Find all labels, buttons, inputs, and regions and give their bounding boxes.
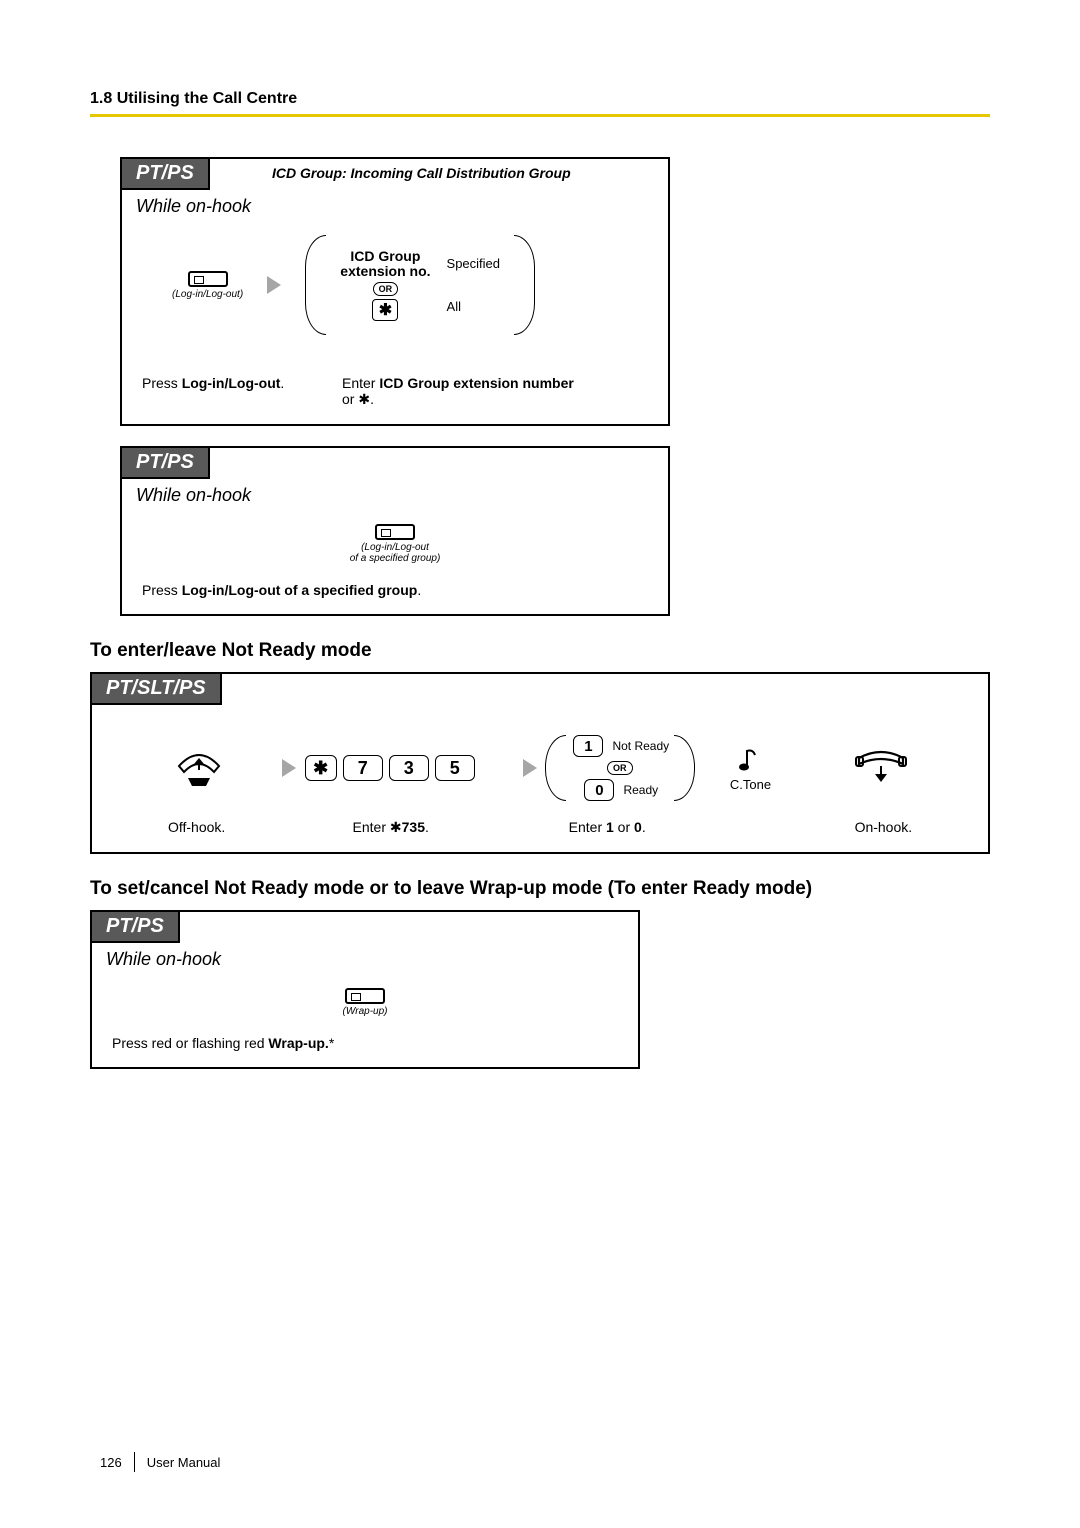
t: Enter <box>342 375 379 391</box>
header-rule <box>90 114 990 117</box>
cap-offhook: Off-hook. <box>122 819 271 836</box>
t: Enter <box>569 819 606 835</box>
login-logout-group-key: (Log-in/Log-out of a specified group) <box>350 524 441 564</box>
while-on-hook: While on-hook <box>122 190 668 225</box>
arrow-icon <box>282 759 296 777</box>
t: ICD Group extension number <box>379 375 573 391</box>
t: . <box>370 391 374 407</box>
diagram-box-4: PT/PS While on-hook (Wrap-up) Press red … <box>90 910 640 1069</box>
digit-5-key: 5 <box>435 755 475 781</box>
digit-3-key: 3 <box>389 755 429 781</box>
key-button-icon <box>375 524 415 540</box>
icd-note: ICD Group: Incoming Call Distribution Gr… <box>272 165 571 181</box>
star-glyph: ✱ <box>358 391 370 407</box>
subsection-title-1: To enter/leave Not Ready mode <box>90 640 990 662</box>
ctone-icon <box>737 745 763 775</box>
ready-label: Ready <box>623 783 658 797</box>
key-label: (Wrap-up) <box>342 1006 387 1017</box>
wrapup-key: (Wrap-up) <box>342 988 387 1017</box>
t: . <box>417 582 421 598</box>
offhook-icon <box>174 748 224 788</box>
cap-onhook: On-hook. <box>809 819 958 836</box>
onhook-step <box>804 748 958 788</box>
digit-7-key: 7 <box>343 755 383 781</box>
star-key-icon: ✱ <box>305 755 337 781</box>
key-button-icon <box>345 988 385 1004</box>
code-step: ✱ 7 3 5 <box>302 755 517 781</box>
option-step: 1 Not Ready OR 0 Ready <box>543 735 697 801</box>
t: Wrap-up. <box>268 1035 328 1051</box>
ctone-step: C.Tone <box>697 745 805 792</box>
ptps-tab: PT/PS <box>122 448 210 479</box>
icd-line1: ICD Group <box>350 248 420 264</box>
t: or <box>342 391 358 407</box>
key-label-l1: (Log-in/Log-out <box>361 542 429 553</box>
caption-right: Enter ICD Group extension number or ✱. <box>342 375 574 408</box>
not-ready-label: Not Ready <box>612 739 669 753</box>
t: 735 <box>402 819 425 835</box>
arrow-icon <box>267 276 281 294</box>
caption: Press red or flashing red Wrap-up.* <box>112 1035 618 1051</box>
digit-1-key: 1 <box>573 735 603 757</box>
t: Log-in/Log-out of a specified group <box>182 582 418 598</box>
star-glyph: ✱ <box>390 819 402 835</box>
caption: Press Log-in/Log-out of a specified grou… <box>142 582 648 598</box>
t: . <box>642 819 646 835</box>
specified-label: Specified <box>447 256 500 271</box>
t: 1 <box>606 819 614 835</box>
caption-row: Off-hook. Enter ✱735. Enter 1 or 0. On-h… <box>112 819 968 836</box>
diagram-box-3: PT/SLT/PS ✱ 7 3 5 <box>90 672 990 854</box>
offhook-step <box>122 748 276 788</box>
key-button-icon <box>188 271 228 287</box>
t: . <box>280 375 284 391</box>
subsection-title-2: To set/cancel Not Ready mode or to leave… <box>90 878 990 900</box>
page-number: 126 <box>100 1455 122 1470</box>
t: 0 <box>634 819 642 835</box>
cap-code: Enter ✱735. <box>271 819 510 836</box>
digit-0-key: 0 <box>584 779 614 801</box>
t: Press red or flashing red <box>112 1035 268 1051</box>
all-label: All <box>447 299 461 314</box>
key-label-l2: of a specified group) <box>350 553 441 564</box>
t: or <box>614 819 634 835</box>
section-header: 1.8 Utilising the Call Centre <box>90 90 990 108</box>
ctone-label: C.Tone <box>730 777 771 792</box>
while-on-hook: While on-hook <box>122 479 668 514</box>
t: * <box>329 1035 334 1051</box>
diagram-box-2: PT/PS While on-hook (Log-in/Log-out of a… <box>120 446 670 616</box>
arrow-icon <box>523 759 537 777</box>
manual-label: User Manual <box>147 1455 221 1470</box>
footer-divider <box>134 1452 135 1472</box>
or-pill: OR <box>607 761 633 775</box>
page-footer: 126 User Manual <box>100 1452 220 1472</box>
ptps-tab: PT/PS <box>92 912 180 943</box>
paren-group: ICD Group extension no. OR ✱ Specified A… <box>305 235 535 335</box>
t: . <box>425 819 429 835</box>
diagram-box-1: PT/PS ICD Group: Incoming Call Distribut… <box>120 157 670 426</box>
cap-opt: Enter 1 or 0. <box>510 819 704 836</box>
ptps-tab: PT/PS <box>122 159 210 190</box>
caption-left: Press Log-in/Log-out. <box>142 375 342 391</box>
t: Press <box>142 375 182 391</box>
t: Log-in/Log-out <box>182 375 281 391</box>
onhook-icon <box>853 748 909 788</box>
ptsltps-tab: PT/SLT/PS <box>92 674 222 705</box>
key-label: (Log-in/Log-out) <box>172 289 243 300</box>
t: Enter <box>353 819 390 835</box>
login-logout-key: (Log-in/Log-out) <box>172 271 243 300</box>
star-key-icon: ✱ <box>372 299 398 321</box>
t: Press <box>142 582 182 598</box>
or-pill: OR <box>373 282 399 296</box>
icd-line2: extension no. <box>340 263 430 279</box>
while-on-hook: While on-hook <box>92 943 638 978</box>
